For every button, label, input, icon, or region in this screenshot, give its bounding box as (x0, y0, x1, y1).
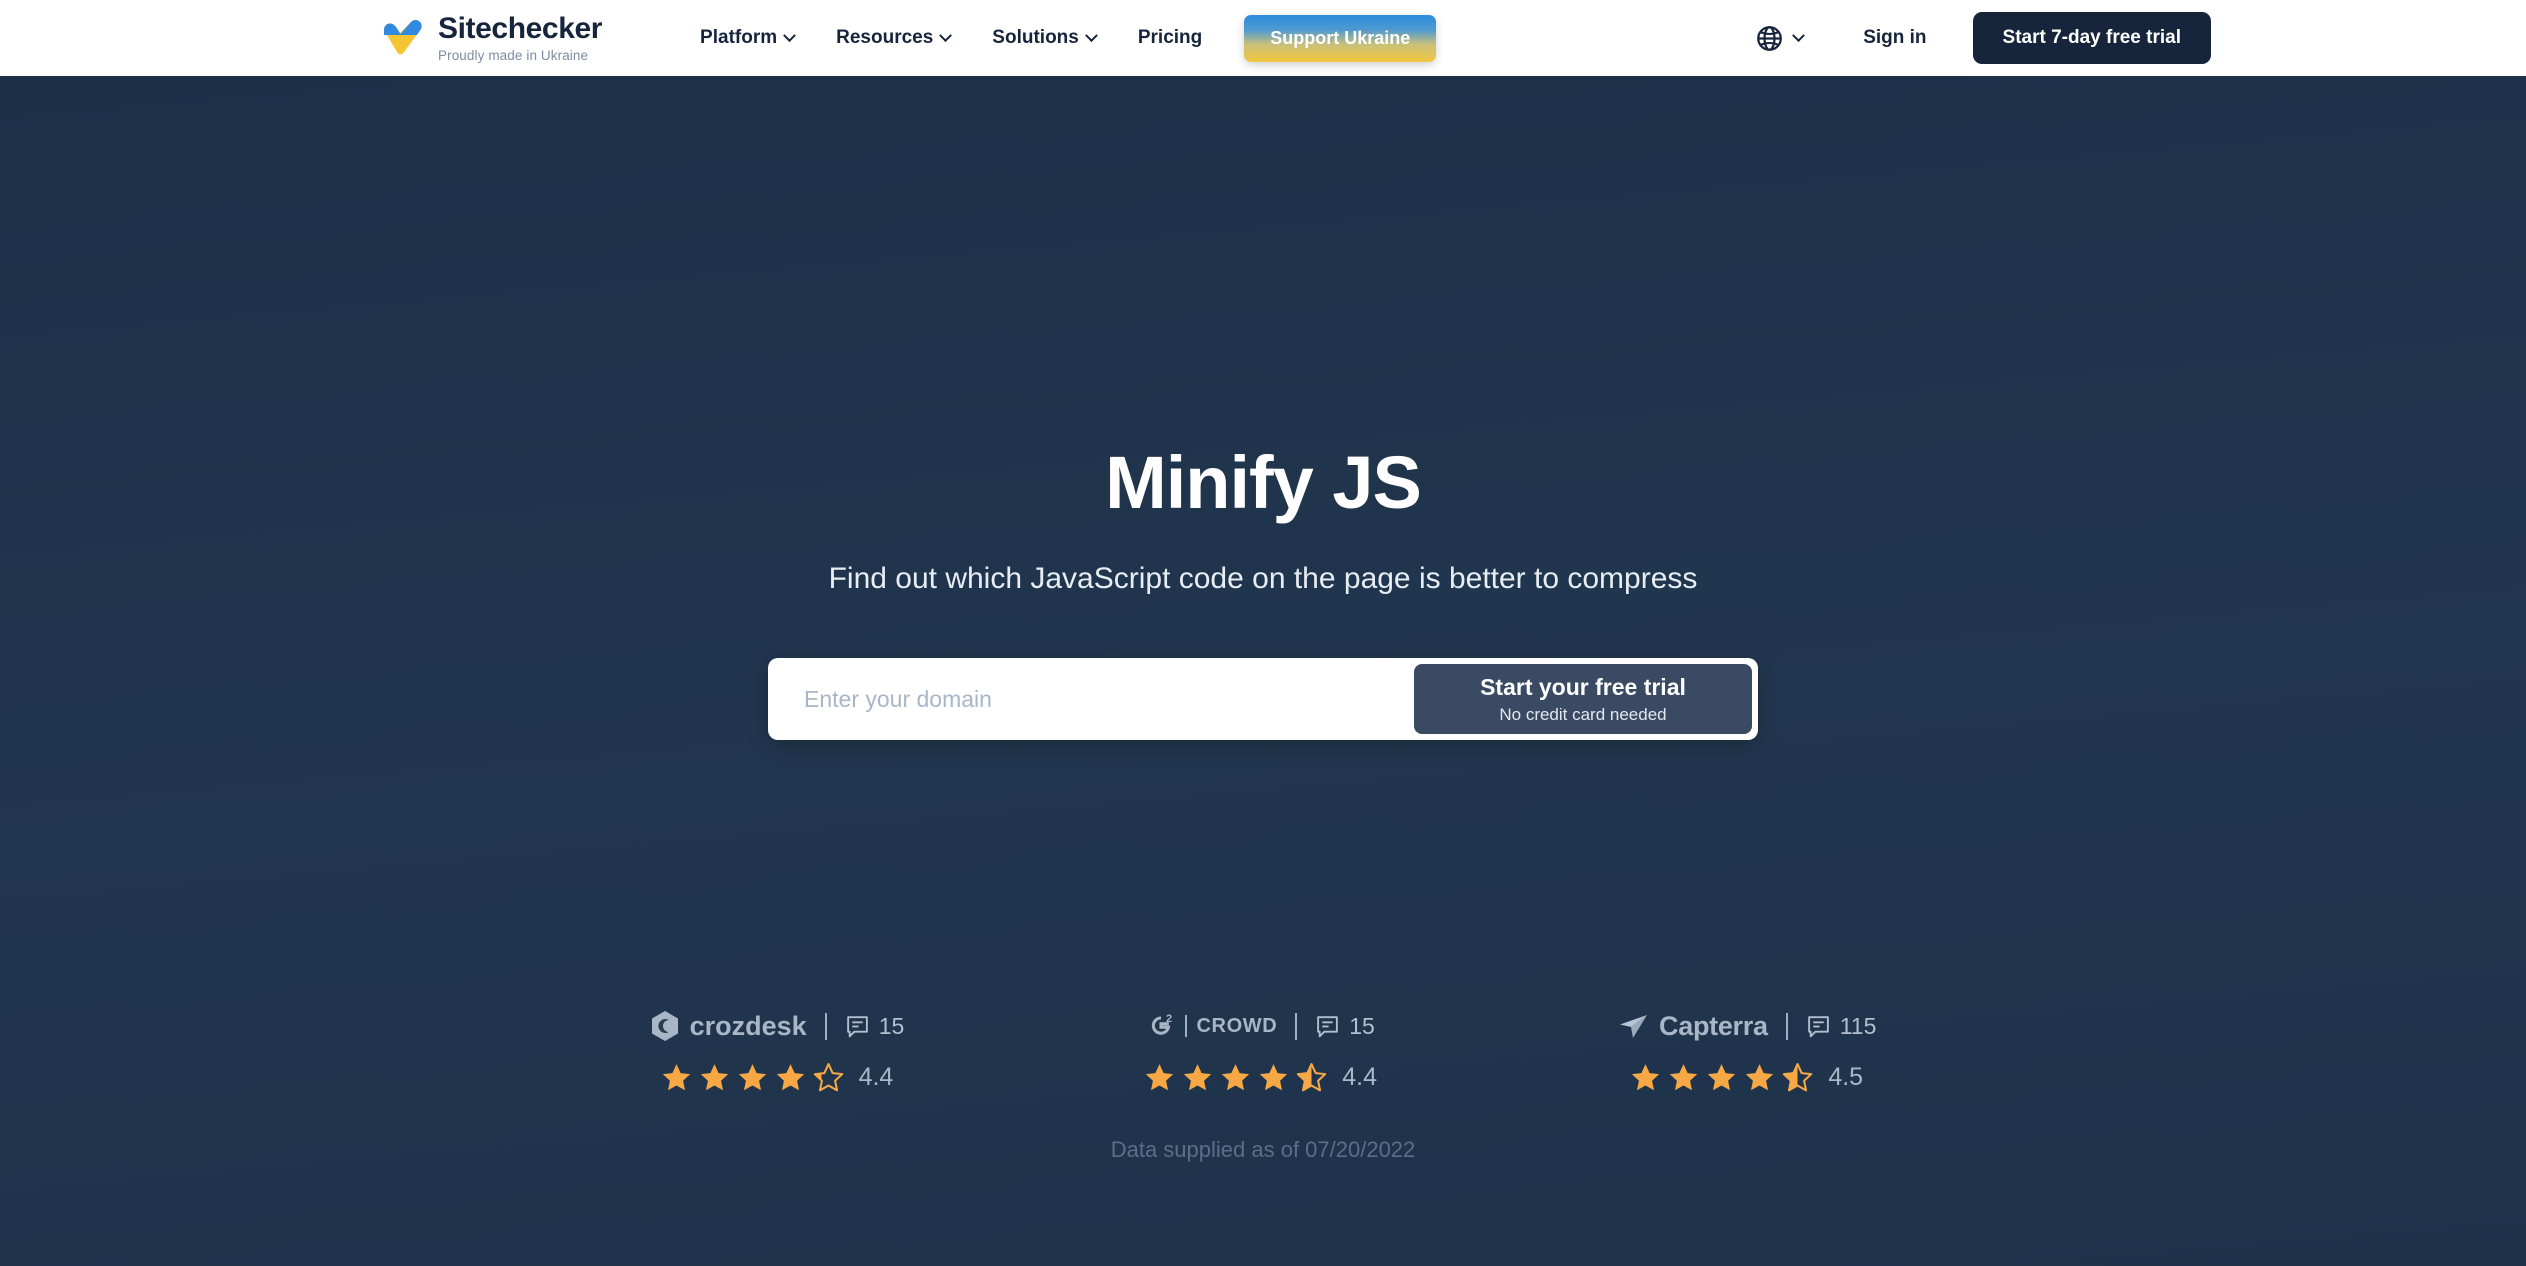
cta-main-label: Start your free trial (1480, 673, 1686, 700)
review-header: crozdesk 15 (650, 1008, 905, 1044)
comment-icon (846, 1015, 868, 1037)
review-badge-crozdesk[interactable]: crozdesk 15 4.4 (650, 1008, 905, 1093)
hero-section: Minify JS Find out which JavaScript code… (0, 76, 2526, 1266)
capterra-plane-icon (1620, 1015, 1648, 1038)
star-icon-filled (776, 1064, 804, 1091)
comment-icon (1317, 1015, 1339, 1037)
star-icon-filled (738, 1064, 766, 1091)
review-badges: crozdesk 15 4.4 2 CROWD 15 4.4 Capterra … (650, 1008, 1876, 1093)
star-icon-filled (1146, 1064, 1174, 1091)
review-header: 2 CROWD 15 (1146, 1008, 1375, 1044)
review-count-group: 15 (845, 1012, 905, 1040)
divider (1295, 1012, 1298, 1040)
review-header: Capterra 115 (1617, 1008, 1876, 1044)
star-icon-filled (1632, 1064, 1660, 1091)
review-badge-g2crowd[interactable]: 2 CROWD 15 4.4 (1144, 1008, 1377, 1093)
nav-label: Pricing (1137, 27, 1203, 48)
comment-icon (1807, 1015, 1829, 1037)
star-icon-filled (1260, 1064, 1288, 1091)
rating-value: 4.5 (1828, 1063, 1864, 1091)
brand-label: CROWD (1196, 1014, 1278, 1037)
star-icon-half (1297, 1063, 1327, 1092)
main-navigation: Platform Resources Solutions Pricing (700, 27, 1202, 49)
star-icon-partial (813, 1063, 843, 1092)
review-badge-capterra[interactable]: Capterra 115 4.5 (1617, 1008, 1876, 1093)
svg-text:2: 2 (1166, 1013, 1172, 1025)
chevron-down-icon (939, 28, 953, 42)
crozdesk-hexagon-icon (651, 1011, 678, 1041)
nav-item-pricing[interactable]: Pricing (1138, 27, 1202, 49)
language-selector[interactable] (1756, 25, 1806, 52)
review-count-group: 115 (1806, 1012, 1877, 1040)
review-count: 15 (1349, 1012, 1375, 1039)
cta-sub-label: No credit card needed (1499, 704, 1667, 724)
brand-label: crozdesk (689, 1010, 807, 1041)
logo-tagline: Proudly made in Ukraine (438, 47, 589, 63)
nav-item-platform[interactable]: Platform (700, 27, 796, 49)
star-icon-filled (662, 1064, 690, 1091)
g2-brand: 2 CROWD (1146, 1011, 1277, 1041)
nav-label: Resources (836, 27, 934, 48)
sign-in-link[interactable]: Sign in (1863, 27, 1926, 49)
logo-wordmark: Sitechecker (438, 11, 603, 45)
chevron-down-icon (1084, 28, 1098, 42)
start-trial-button[interactable]: Start 7-day free trial (1972, 12, 2211, 64)
rating-value: 4.4 (1342, 1063, 1378, 1091)
globe-icon (1757, 25, 1783, 51)
star-icon-filled (1184, 1064, 1212, 1091)
support-ukraine-button[interactable]: Support Ukraine (1244, 14, 1437, 62)
nav-item-resources[interactable]: Resources (836, 27, 953, 49)
star-icon-filled (1746, 1064, 1774, 1091)
data-supplied-note: Data supplied as of 07/20/2022 (1110, 1137, 1416, 1162)
domain-search-form: Start your free trial No credit card nee… (768, 658, 1758, 740)
sitechecker-logo-icon (384, 19, 422, 55)
star-icon-filled (1222, 1064, 1250, 1091)
nav-item-solutions[interactable]: Solutions (992, 27, 1098, 49)
site-header: Sitechecker Proudly made in Ukraine Plat… (0, 0, 2526, 76)
logo[interactable]: Sitechecker Proudly made in Ukraine (380, 11, 603, 63)
review-count-group: 15 (1315, 1013, 1375, 1040)
star-icon-filled (1670, 1064, 1698, 1091)
divider (1785, 1012, 1788, 1040)
star-icon-filled (1708, 1064, 1736, 1091)
star-icon-filled (700, 1064, 728, 1091)
review-count: 115 (1839, 1012, 1877, 1039)
chevron-down-icon (783, 28, 796, 42)
star-rating: 4.5 (1630, 1062, 1863, 1093)
review-count: 15 (878, 1012, 905, 1039)
header-actions: Sign in Start 7-day free trial (1756, 12, 2211, 64)
start-free-trial-button[interactable]: Start your free trial No credit card nee… (1414, 664, 1752, 734)
page-subtitle: Find out which JavaScript code on the pa… (828, 562, 1698, 595)
nav-label: Platform (700, 27, 778, 48)
g2-crowd-icon: 2 (1152, 1013, 1173, 1035)
brand-label: Capterra (1659, 1010, 1768, 1041)
domain-input[interactable] (768, 658, 1414, 740)
star-icon-half (1783, 1063, 1813, 1092)
star-rating: 4.4 (1144, 1062, 1377, 1093)
rating-value: 4.4 (858, 1063, 894, 1091)
crozdesk-brand: crozdesk (650, 1010, 807, 1042)
divider (824, 1012, 827, 1040)
page-title: Minify JS (1105, 441, 1422, 524)
capterra-brand: Capterra (1617, 1011, 1768, 1042)
star-rating: 4.4 (661, 1062, 894, 1093)
nav-label: Solutions (992, 27, 1079, 48)
chevron-down-icon (1792, 28, 1806, 42)
